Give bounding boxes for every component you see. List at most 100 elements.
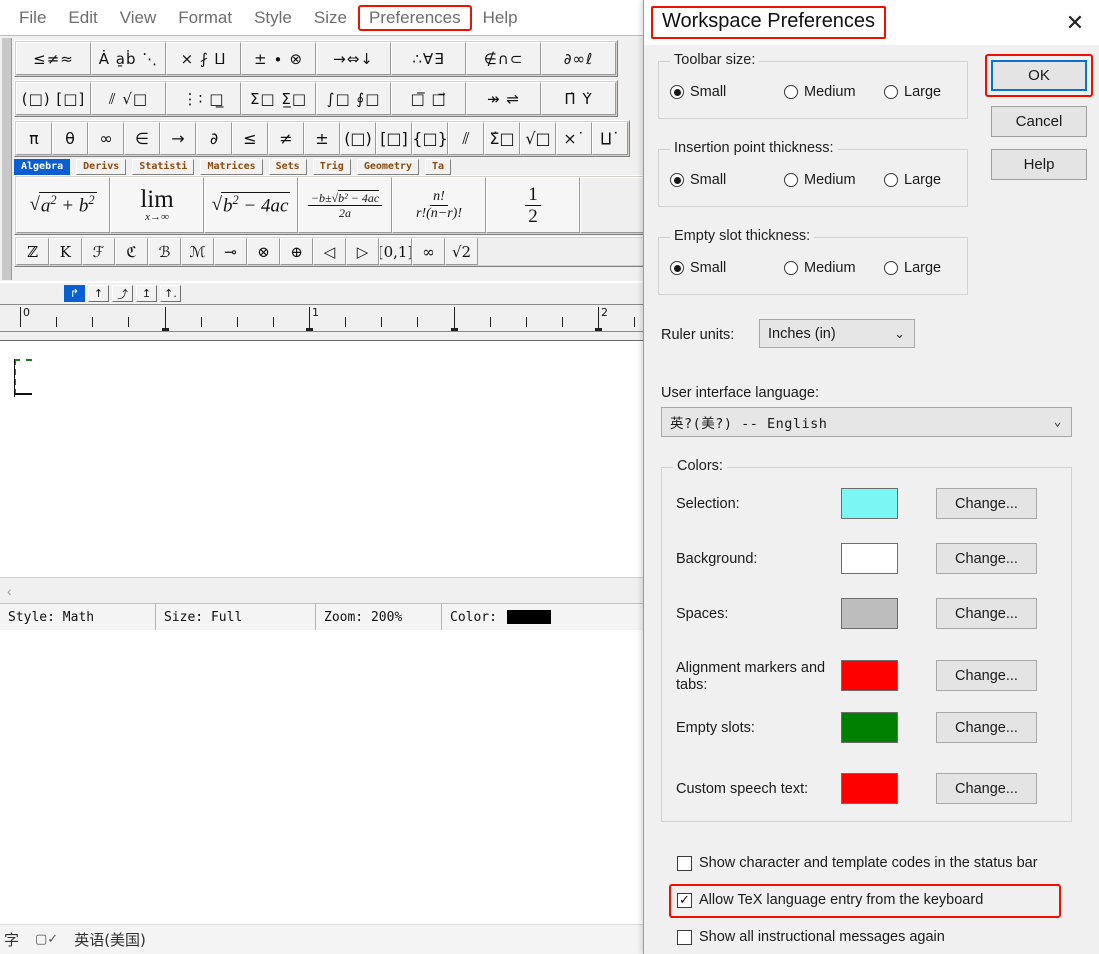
- symbol-button-r3-9[interactable]: (□): [340, 122, 376, 155]
- symbol-button-r4-4[interactable]: ℬ: [148, 238, 181, 265]
- insertion-point-small[interactable]: Small: [670, 172, 784, 188]
- symbol-button-r2-6[interactable]: ↠ ⇌: [466, 82, 541, 115]
- symbol-button-r4-11[interactable]: [0,1]: [379, 238, 412, 265]
- symbol-button-r1-4[interactable]: →⇔↓: [316, 42, 391, 75]
- template-one-half[interactable]: 1 2: [486, 177, 580, 233]
- tab-decimal-icon[interactable]: ↑.: [160, 285, 181, 302]
- symbol-button-r3-6[interactable]: ≤: [232, 122, 268, 155]
- symbol-button-r4-9[interactable]: ◁: [313, 238, 346, 265]
- template-tab-matrices[interactable]: Matrices: [200, 159, 263, 175]
- symbol-button-r2-3[interactable]: Σ□ Σ̲□: [241, 82, 316, 115]
- empty-slot-small[interactable]: Small: [670, 260, 784, 276]
- insertion-point-medium[interactable]: Medium: [784, 172, 884, 188]
- template-tab-algebra[interactable]: Algebra: [14, 159, 71, 175]
- symbol-button-r3-10[interactable]: [□]: [376, 122, 412, 155]
- symbol-button-r1-0[interactable]: ≤≠≈: [16, 42, 91, 75]
- symbol-button-r1-3[interactable]: ± ∙ ⊗: [241, 42, 316, 75]
- tab-right-icon[interactable]: ⤴: [112, 285, 133, 302]
- ruler-units-select[interactable]: Inches (in) ⌄: [759, 319, 915, 348]
- symbol-button-r3-16[interactable]: ⨿˙: [592, 122, 628, 155]
- change-button-alignment-markers[interactable]: Change...: [936, 660, 1037, 691]
- tab-align-equals-icon[interactable]: ↥: [136, 285, 157, 302]
- ime-language-label[interactable]: 英语(美国): [74, 929, 146, 950]
- symbol-button-r4-2[interactable]: ℱ: [82, 238, 115, 265]
- symbol-button-r2-4[interactable]: ∫□ ∮□: [316, 82, 391, 115]
- ok-button[interactable]: OK: [991, 60, 1087, 91]
- menu-item-preferences[interactable]: Preferences: [357, 4, 472, 31]
- menu-item-file[interactable]: File: [8, 5, 57, 31]
- symbol-button-r3-3[interactable]: ∈: [124, 122, 160, 155]
- symbol-button-r3-2[interactable]: ∞: [88, 122, 124, 155]
- symbol-button-r3-7[interactable]: ≠: [268, 122, 304, 155]
- template-tab-geometry[interactable]: Geometry: [356, 159, 419, 175]
- change-button-custom-speech-text[interactable]: Change...: [936, 773, 1037, 804]
- symbol-button-r2-0[interactable]: (□) [□]: [16, 82, 91, 115]
- symbol-button-r1-7[interactable]: ∂∞ℓ: [541, 42, 616, 75]
- symbol-button-r3-11[interactable]: {□}: [412, 122, 448, 155]
- symbol-button-r3-1[interactable]: θ: [52, 122, 88, 155]
- template-tab-sets[interactable]: Sets: [268, 159, 307, 175]
- tab-left-icon[interactable]: ↱: [64, 285, 85, 302]
- menu-item-size[interactable]: Size: [303, 5, 358, 31]
- menu-item-view[interactable]: View: [109, 5, 168, 31]
- template-combination[interactable]: n! r!(n−r)!: [392, 177, 486, 233]
- symbol-button-r1-1[interactable]: Ȧ a̱ḃ ⋱: [91, 42, 166, 75]
- menu-item-help[interactable]: Help: [472, 5, 529, 31]
- symbol-button-r1-2[interactable]: ⨯ ⨏ ⨿: [166, 42, 241, 75]
- symbol-button-r4-8[interactable]: ⊕: [280, 238, 313, 265]
- scroll-left-icon[interactable]: ‹: [0, 583, 12, 599]
- ime-toggle-icon[interactable]: ▢✓: [35, 932, 58, 947]
- toolbar-size-medium[interactable]: Medium: [784, 84, 884, 100]
- tab-center-icon[interactable]: ↑: [88, 285, 109, 302]
- symbol-button-r2-7[interactable]: Π̇ Υ̇: [541, 82, 616, 115]
- empty-slot-medium[interactable]: Medium: [784, 260, 884, 276]
- symbol-button-r4-3[interactable]: ℭ: [115, 238, 148, 265]
- symbol-button-r3-12[interactable]: ⫽: [448, 122, 484, 155]
- symbol-button-r1-6[interactable]: ∉∩⊂: [466, 42, 541, 75]
- symbol-button-r4-1[interactable]: K: [49, 238, 82, 265]
- symbol-button-r4-5[interactable]: ℳ: [181, 238, 214, 265]
- toolbar-size-large[interactable]: Large: [884, 84, 941, 100]
- ime-char-mode[interactable]: 字: [4, 929, 19, 950]
- menu-item-format[interactable]: Format: [167, 5, 243, 31]
- insertion-point-large[interactable]: Large: [884, 172, 941, 188]
- change-button-empty-slots[interactable]: Change...: [936, 712, 1037, 743]
- change-button-background[interactable]: Change...: [936, 543, 1037, 574]
- template-limit[interactable]: lim x→∞: [110, 177, 204, 233]
- change-button-spaces[interactable]: Change...: [936, 598, 1037, 629]
- change-button-selection[interactable]: Change...: [936, 488, 1037, 519]
- menu-item-style[interactable]: Style: [243, 5, 303, 31]
- symbol-button-r3-8[interactable]: ±: [304, 122, 340, 155]
- symbol-button-r4-0[interactable]: ℤ: [16, 238, 49, 265]
- checkbox-show-character-codes[interactable]: Show character and template codes in the…: [677, 855, 1038, 871]
- ui-language-select[interactable]: 英?(美?) -- English ⌄: [661, 407, 1072, 437]
- symbol-button-r3-14[interactable]: √□: [520, 122, 556, 155]
- checkbox-allow-tex-entry[interactable]: ✓ Allow TeX language entry from the keyb…: [677, 892, 983, 908]
- cancel-button[interactable]: Cancel: [991, 106, 1087, 137]
- template-sqrt-a2b2[interactable]: √ a2 + b2: [16, 177, 110, 233]
- symbol-button-r2-5[interactable]: □̅ □⃗: [391, 82, 466, 115]
- symbol-button-r4-7[interactable]: ⊗: [247, 238, 280, 265]
- template-quadratic-formula[interactable]: −b±√b² − 4ac 2a: [298, 177, 392, 233]
- toolbar-size-small[interactable]: Small: [670, 84, 784, 100]
- symbol-button-r3-0[interactable]: π: [16, 122, 52, 155]
- symbol-button-r2-2[interactable]: ⋮∶ □̲: [166, 82, 241, 115]
- symbol-button-r1-5[interactable]: ∴∀∃: [391, 42, 466, 75]
- symbol-button-r3-4[interactable]: →: [160, 122, 196, 155]
- symbol-button-r4-10[interactable]: ▷: [346, 238, 379, 265]
- symbol-button-r3-13[interactable]: Σ̇□: [484, 122, 520, 155]
- symbol-button-r3-15[interactable]: ⨯˙: [556, 122, 592, 155]
- template-tab-statisti[interactable]: Statisti: [132, 159, 195, 175]
- symbol-button-r4-12[interactable]: ∞: [412, 238, 445, 265]
- empty-slot-large[interactable]: Large: [884, 260, 941, 276]
- template-tab-ta[interactable]: Ta: [424, 159, 452, 175]
- symbol-button-r3-5[interactable]: ∂: [196, 122, 232, 155]
- symbol-button-r2-1[interactable]: ⫽ √□: [91, 82, 166, 115]
- close-icon[interactable]: ✕: [1060, 8, 1090, 38]
- template-tab-trig[interactable]: Trig: [312, 159, 351, 175]
- checkbox-show-instructional-messages[interactable]: Show all instructional messages again: [677, 929, 945, 945]
- help-button[interactable]: Help: [991, 149, 1087, 180]
- symbol-button-r4-6[interactable]: ⊸: [214, 238, 247, 265]
- template-sqrt-discriminant[interactable]: √ b2 − 4ac: [204, 177, 298, 233]
- template-tab-derivs[interactable]: Derivs: [76, 159, 127, 175]
